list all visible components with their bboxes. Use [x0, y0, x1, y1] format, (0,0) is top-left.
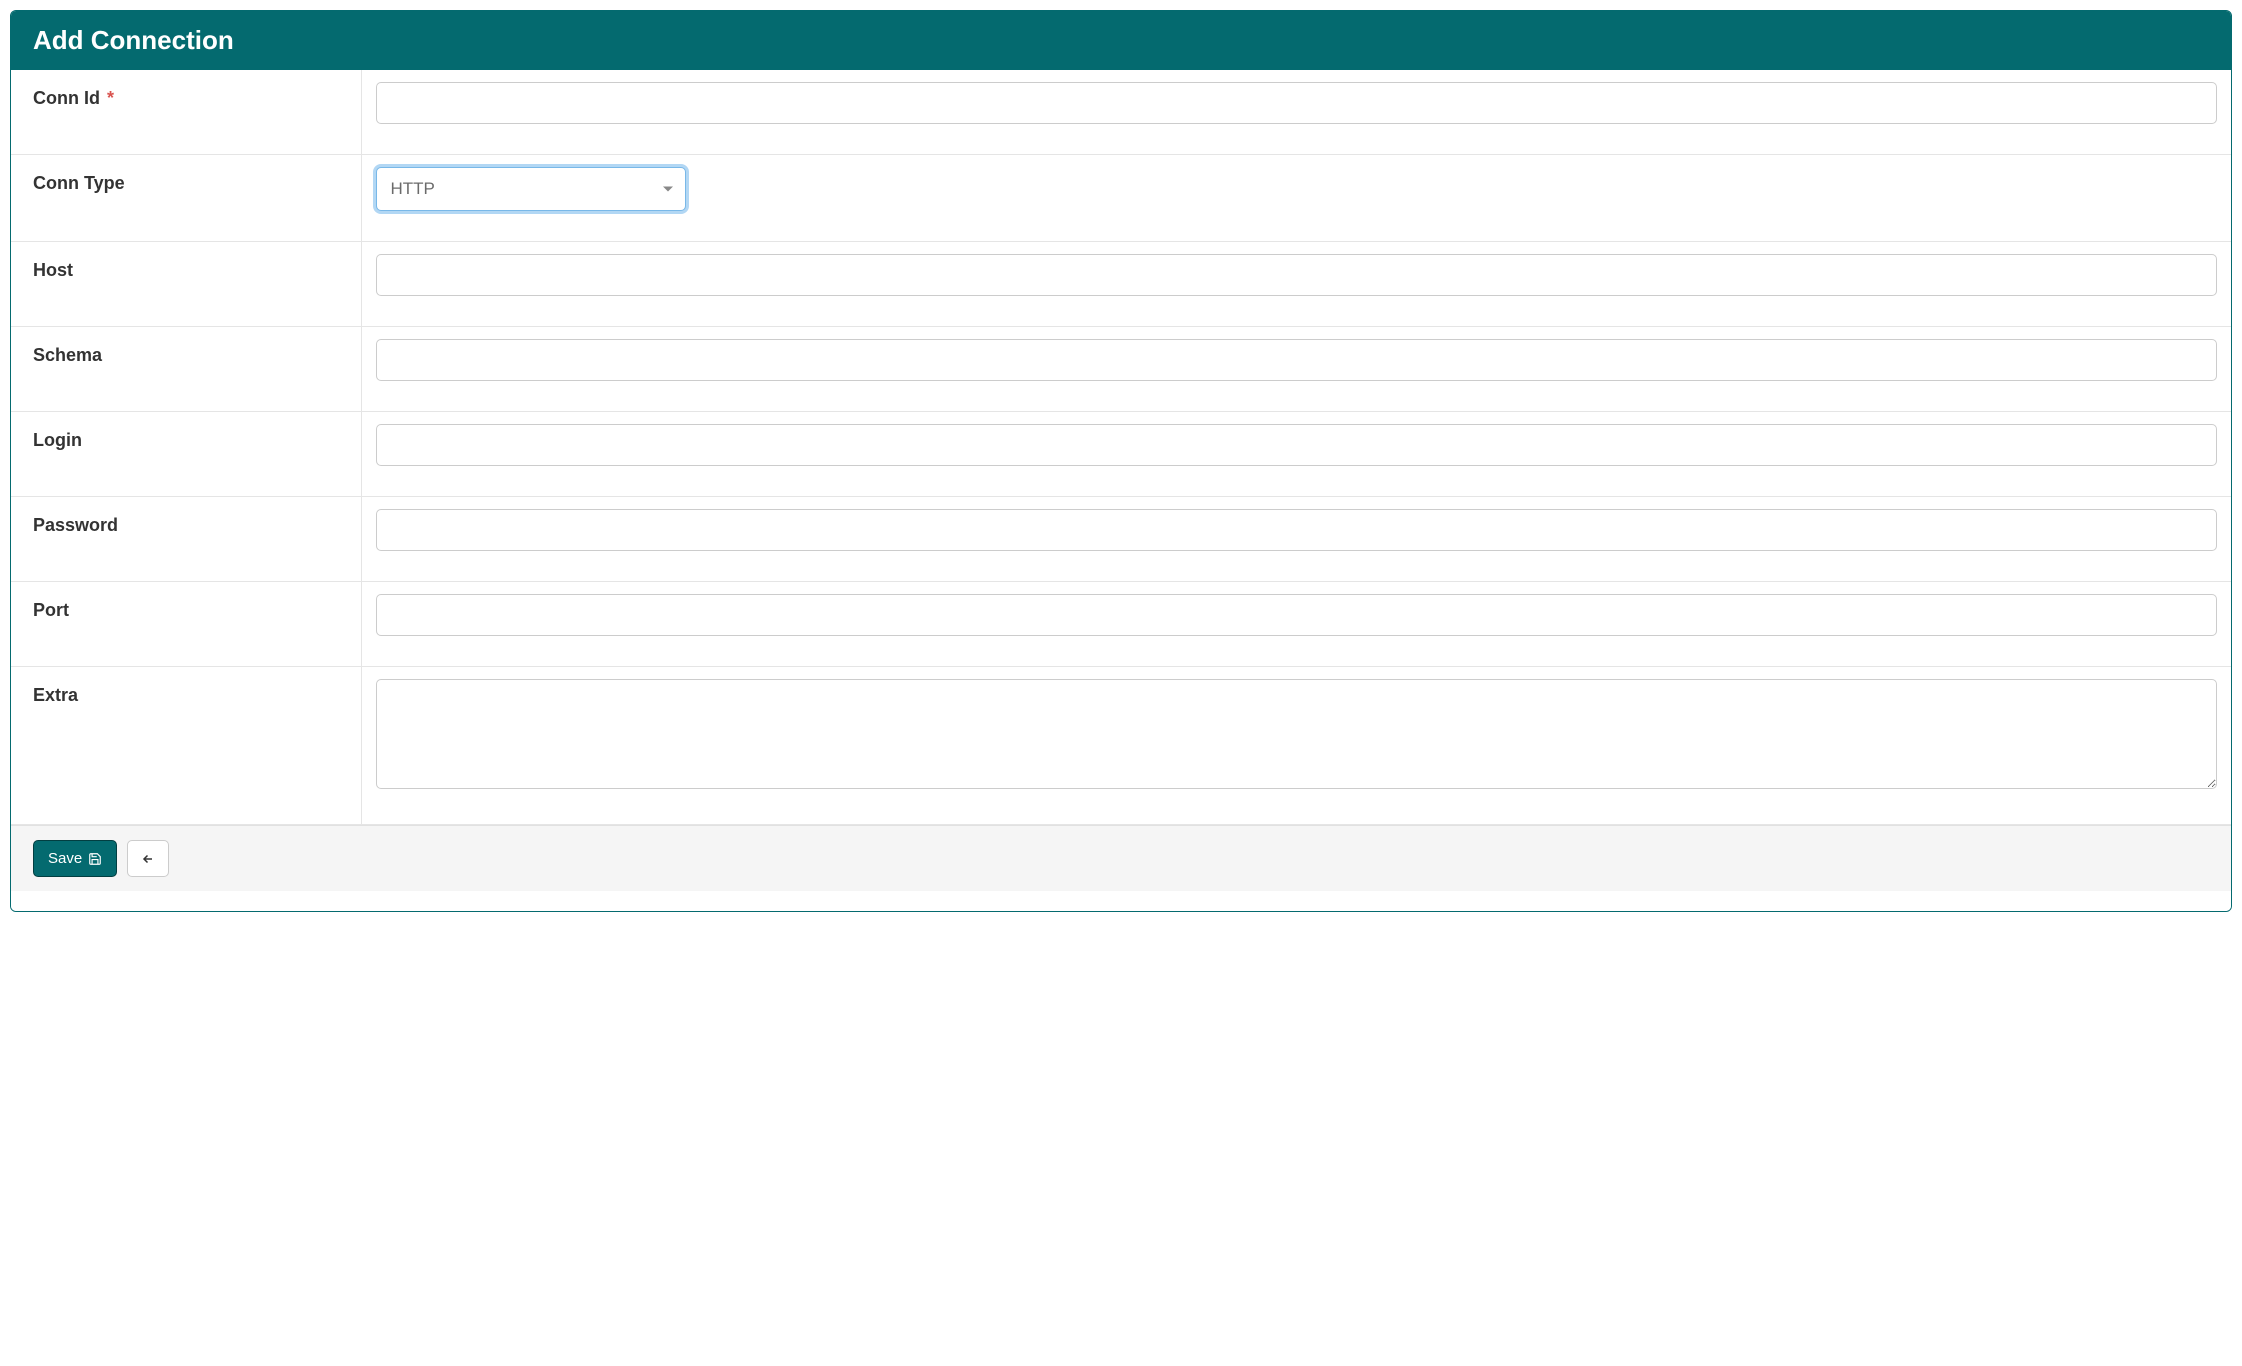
row-extra: Extra — [11, 667, 2231, 825]
schema-input[interactable] — [376, 339, 2218, 381]
label-password: Password — [11, 497, 361, 582]
row-port: Port — [11, 582, 2231, 667]
row-password: Password — [11, 497, 2231, 582]
row-conn-type: Conn Type HTTP — [11, 155, 2231, 242]
login-input[interactable] — [376, 424, 2218, 466]
row-conn-id: Conn Id * — [11, 70, 2231, 155]
required-star-icon: * — [107, 88, 114, 108]
label-schema: Schema — [11, 327, 361, 412]
row-login: Login — [11, 412, 2231, 497]
label-port: Port — [11, 582, 361, 667]
label-extra: Extra — [11, 667, 361, 825]
password-input[interactable] — [376, 509, 2218, 551]
host-input[interactable] — [376, 254, 2218, 296]
arrow-left-icon — [142, 852, 154, 866]
label-login: Login — [11, 412, 361, 497]
form-footer: Save — [11, 825, 2231, 891]
chevron-down-icon — [663, 187, 673, 192]
port-input[interactable] — [376, 594, 2218, 636]
connection-form: Conn Id * Conn Type HTTP Host — [11, 70, 2231, 825]
conn-id-input[interactable] — [376, 82, 2218, 124]
extra-textarea[interactable] — [376, 679, 2218, 789]
conn-type-selected-value: HTTP — [391, 179, 435, 199]
row-host: Host — [11, 242, 2231, 327]
row-schema: Schema — [11, 327, 2231, 412]
back-button[interactable] — [127, 840, 169, 877]
save-icon — [88, 852, 102, 866]
footer-spacer — [11, 891, 2231, 911]
add-connection-panel: Add Connection Conn Id * Conn Type HTTP — [10, 10, 2232, 912]
panel-title: Add Connection — [11, 11, 2231, 70]
save-button-label: Save — [48, 850, 82, 867]
conn-type-select[interactable]: HTTP — [376, 167, 686, 211]
save-button[interactable]: Save — [33, 840, 117, 877]
label-host: Host — [11, 242, 361, 327]
label-text-conn-id: Conn Id — [33, 88, 100, 108]
label-conn-id: Conn Id * — [11, 70, 361, 155]
label-conn-type: Conn Type — [11, 155, 361, 242]
